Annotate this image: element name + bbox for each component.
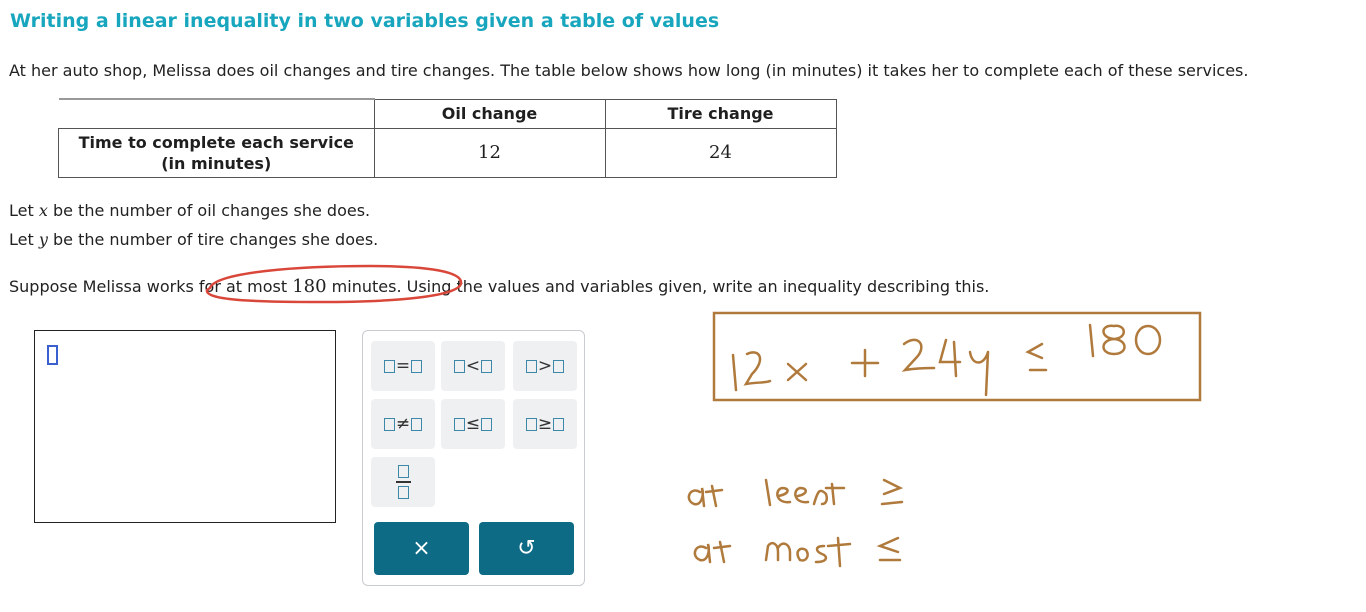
row-header-time: Time to complete each service (in minute… xyxy=(58,127,375,178)
variable-x: x xyxy=(38,201,48,220)
answer-input[interactable] xyxy=(34,330,336,523)
not-equal-key[interactable]: ≠ xyxy=(371,399,435,449)
variable-y: y xyxy=(38,230,48,249)
column-header-oil: Oil change xyxy=(373,98,606,129)
undo-button[interactable]: ↺ xyxy=(479,522,574,575)
row-header-line2: (in minutes) xyxy=(161,153,272,173)
equals-key[interactable]: = xyxy=(371,341,435,391)
math-keypad: = < > ≠ ≤ ≥ × ↺ xyxy=(362,330,585,586)
fraction-key[interactable] xyxy=(371,457,435,507)
minutes-number: 180 xyxy=(292,276,327,297)
table-corner xyxy=(58,98,375,128)
row-header-line1: Time to complete each service xyxy=(78,132,354,152)
less-equal-key[interactable]: ≤ xyxy=(441,399,505,449)
let-y-text: Let y be the number of tire changes she … xyxy=(9,230,379,249)
service-time-table: Oil change Tire change Time to complete … xyxy=(58,98,837,178)
tire-change-time: 24 xyxy=(604,127,837,178)
question-text: Suppose Melissa works for at most 180 mi… xyxy=(9,276,990,297)
oil-change-time: 12 xyxy=(373,127,606,178)
clear-button[interactable]: × xyxy=(374,522,469,575)
answer-ink-box xyxy=(712,311,1202,402)
answer-cursor xyxy=(47,345,58,365)
greater-than-key[interactable]: > xyxy=(513,341,577,391)
greater-equal-key[interactable]: ≥ xyxy=(513,399,577,449)
column-header-tire: Tire change xyxy=(604,98,837,129)
let-x-text: Let x be the number of oil changes she d… xyxy=(9,201,371,220)
page-title: Writing a linear inequality in two varia… xyxy=(10,10,720,32)
intro-text: At her auto shop, Melissa does oil chang… xyxy=(9,61,1249,80)
close-icon: × xyxy=(412,536,431,561)
undo-icon: ↺ xyxy=(517,536,536,561)
less-than-key[interactable]: < xyxy=(441,341,505,391)
